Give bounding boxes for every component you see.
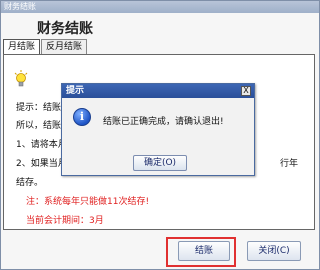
ok-button[interactable]: 确定(O): [133, 155, 187, 171]
warning-text: 注：系统每年只能做11次结存!: [26, 197, 150, 207]
page-title: 财务结账: [37, 21, 93, 37]
current-period-text: 当前会计期间：3月: [26, 216, 104, 226]
hint-line-4-end: 行年: [280, 159, 299, 169]
tab-bar: 月结账 反月结账: [3, 39, 88, 54]
info-icon: i: [73, 108, 91, 126]
hint-line-1: 提示：结账: [16, 103, 62, 113]
dialog-message: 结账已正确完成，请确认退出!: [103, 117, 224, 127]
hint-line-5: 结存。: [16, 178, 44, 188]
hint-line-2: 所以，结账: [16, 121, 62, 131]
footer-bar: 结账 关闭(C): [1, 231, 319, 269]
tab-reverse-month-close[interactable]: 反月结账: [41, 39, 88, 54]
close-accounts-button[interactable]: 结账: [178, 241, 230, 261]
dialog-title: 提示: [62, 84, 254, 98]
close-icon[interactable]: X: [241, 86, 251, 96]
hint-line-4: 2、如果当月: [16, 159, 67, 169]
exit-button[interactable]: 关闭(C): [247, 241, 301, 261]
tab-month-close[interactable]: 月结账: [3, 39, 41, 54]
info-dialog: 提示 X i 结账已正确完成，请确认退出! 确定(O): [61, 83, 255, 176]
window-titlebar: 财务结账: [1, 1, 319, 13]
hint-line-3: 1、请将本月: [16, 140, 67, 150]
lightbulb-icon: [14, 70, 28, 91]
window-header: 财务结账: [1, 13, 319, 39]
